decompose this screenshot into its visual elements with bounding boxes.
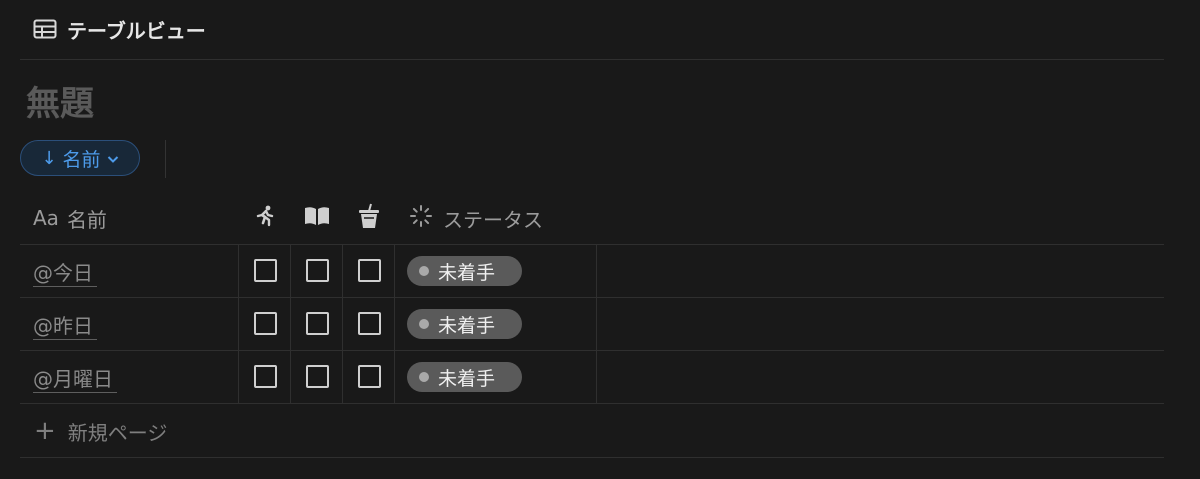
row-divider [20,350,1164,351]
column-divider [596,244,597,403]
text-type-icon: Aa [33,206,59,230]
row-checkbox-drink[interactable] [358,259,381,282]
row-name-link[interactable]: @月曜日 [33,362,117,393]
row-name-link[interactable]: @昨日 [33,309,97,340]
view-divider [20,59,1164,60]
row-divider [20,297,1164,298]
arrow-down-icon: ↓ [41,147,57,169]
column-header-book[interactable] [304,200,330,236]
column-divider [238,244,239,403]
status-dot-icon [419,266,429,276]
status-dot-icon [419,372,429,382]
drink-cup-icon [357,203,381,234]
column-header-drink[interactable] [357,200,381,236]
status-badge[interactable]: 未着手 [407,362,522,392]
table-header-divider [20,244,1164,245]
column-divider [342,244,343,403]
column-header-status-label: ステータス [443,207,543,232]
column-header-status[interactable]: ステータス [409,200,543,236]
book-icon [304,204,330,233]
view-tab-label: テーブルビュー [67,18,206,43]
row-name-link[interactable]: @今日 [33,256,97,287]
status-label: 未着手 [438,261,496,284]
row-checkbox-drink[interactable] [358,365,381,388]
status-badge[interactable]: 未着手 [407,309,522,339]
sort-chip[interactable]: ↓ 名前 [20,140,140,176]
page-title[interactable]: 無題 [26,76,94,125]
column-divider [394,244,395,403]
sort-label: 名前 [62,148,101,171]
status-label: 未着手 [438,314,496,337]
column-divider [290,244,291,403]
row-checkbox-run[interactable] [254,365,277,388]
new-page-button[interactable]: + 新規ページ [34,415,167,447]
row-checkbox-book[interactable] [306,365,329,388]
filter-bar-divider [165,140,166,178]
status-badge[interactable]: 未着手 [407,256,522,286]
new-page-label: 新規ページ [67,420,168,445]
column-header-name-label: 名前 [66,207,107,232]
table-bottom-divider [20,457,1164,458]
running-person-icon [253,204,277,233]
column-header-run[interactable] [253,200,277,236]
row-divider [20,403,1164,404]
chevron-down-icon [107,147,119,169]
view-tab[interactable]: テーブルビュー [33,12,206,46]
status-dot-icon [419,319,429,329]
status-loading-icon [409,204,433,233]
row-checkbox-book[interactable] [306,312,329,335]
row-checkbox-run[interactable] [254,312,277,335]
row-checkbox-book[interactable] [306,259,329,282]
status-label: 未着手 [438,367,496,390]
row-checkbox-drink[interactable] [358,312,381,335]
row-checkbox-run[interactable] [254,259,277,282]
plus-icon: + [34,416,56,446]
table-icon [33,19,57,39]
column-header-name[interactable]: Aa 名前 [33,200,107,236]
